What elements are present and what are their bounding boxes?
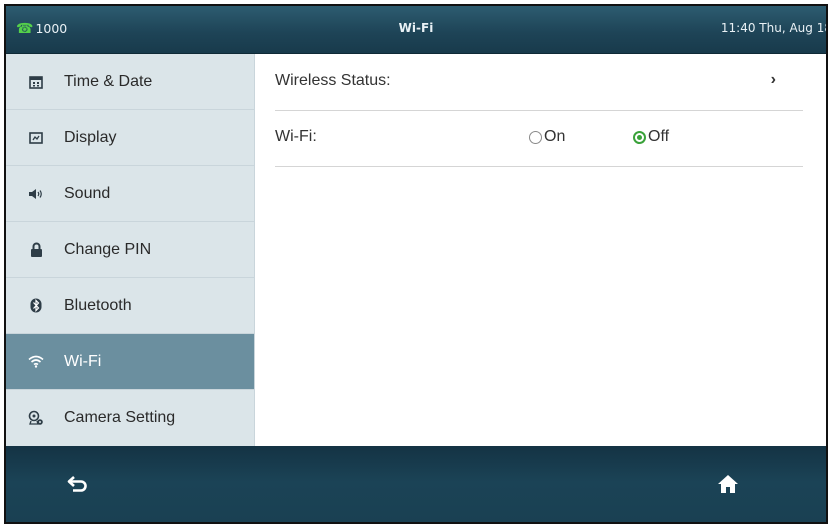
phone-screen: ☎ 1000 Wi-Fi 11:40 Thu, Aug 18 Time & Da… [4,4,828,524]
wifi-on-radio[interactable]: On [529,128,565,146]
home-button[interactable] [708,468,748,504]
status-bar: ☎ 1000 Wi-Fi 11:40 Thu, Aug 18 [6,6,826,54]
wifi-label: Wi-Fi: [275,128,317,145]
calendar-icon [24,75,48,89]
speaker-icon [24,188,48,200]
wifi-on-label: On [544,128,566,145]
sidebar-item-label: Sound [64,184,111,202]
date-time: 11:40 Thu, Aug 18 [720,21,828,35]
bottom-navigation-bar [6,446,826,522]
wifi-settings-panel: Wireless Status: › Wi-Fi: On Off [255,54,826,446]
sidebar-item-label: Display [64,128,117,146]
sidebar-item-label: Camera Setting [64,409,176,426]
wifi-off-radio[interactable]: Off [633,128,669,146]
lock-icon [24,242,48,257]
sidebar-item-sound[interactable]: Sound [6,166,254,222]
camera-setting-icon [24,410,48,426]
sidebar-item-camera-setting[interactable]: Camera Setting [6,390,254,446]
wireless-status-label: Wireless Status: [275,72,391,89]
sidebar-item-label: Wi-Fi [64,352,102,370]
radio-unselected-icon [529,130,542,144]
sidebar-item-wifi[interactable]: Wi-Fi [6,334,254,390]
chevron-right-icon: › [770,71,776,88]
sidebar-item-change-pin[interactable]: Change PIN [6,222,254,278]
page-title: Wi-Fi [398,21,434,35]
sidebar-item-label: Change PIN [64,240,152,258]
wifi-off-label: Off [648,128,670,145]
wireless-status-row[interactable]: Wireless Status: › [275,54,803,111]
sidebar-item-bluetooth[interactable]: Bluetooth [6,278,254,334]
back-button[interactable] [58,468,98,504]
home-icon [717,474,739,498]
sidebar-item-label: Bluetooth [64,296,132,314]
radio-selected-icon [633,130,646,144]
wifi-icon [24,355,48,368]
back-icon [67,475,89,497]
settings-sidebar: Time & Date Display Sound Change PIN Blu… [6,54,255,446]
sidebar-item-time-date[interactable]: Time & Date [6,54,254,110]
sidebar-item-display[interactable]: Display [6,110,254,166]
display-icon [24,131,48,144]
wifi-toggle-row: Wi-Fi: On Off [275,110,803,167]
sidebar-item-label: Time & Date [64,72,153,90]
bluetooth-icon [24,298,48,313]
